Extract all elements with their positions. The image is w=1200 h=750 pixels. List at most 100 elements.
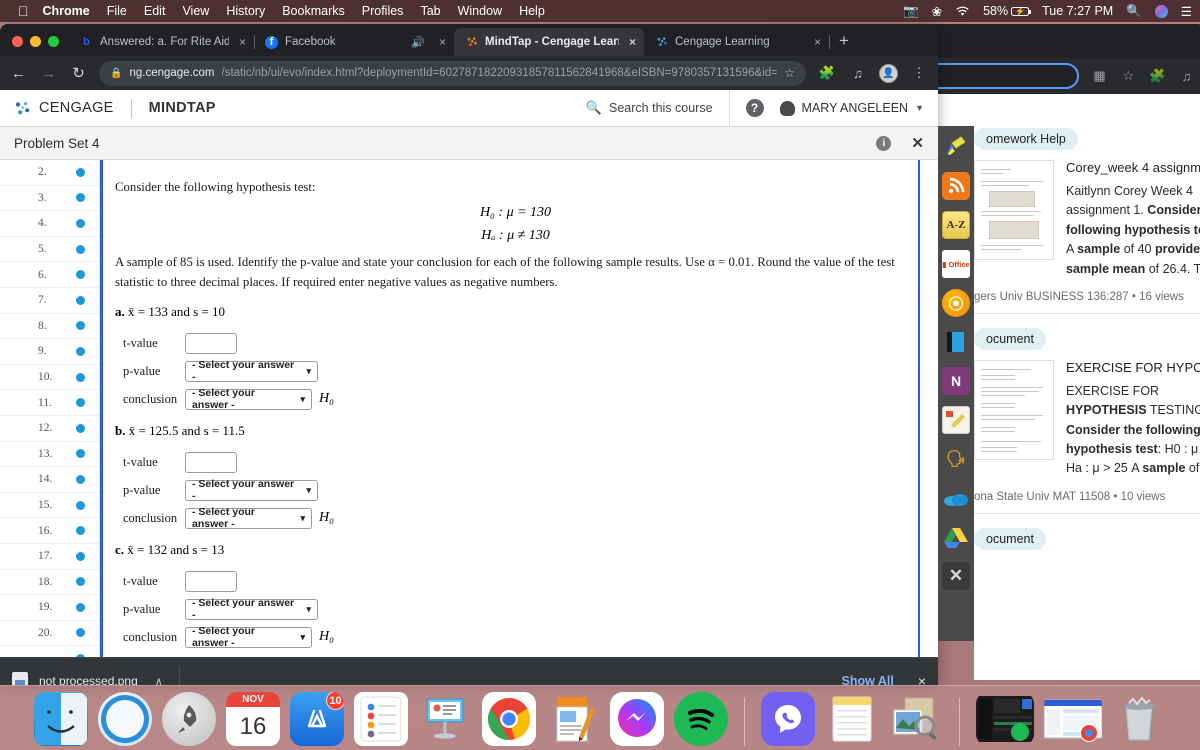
extensions-puzzle-icon[interactable]: 🧩 <box>1149 68 1166 85</box>
grid-apps-icon[interactable]: ▦ <box>1091 68 1108 85</box>
menu-item-profiles[interactable]: Profiles <box>362 4 404 18</box>
menu-item-help[interactable]: Help <box>519 4 545 18</box>
result-card-0[interactable]: Corey_week 4 assignme Kaitlynn Corey Wee… <box>974 150 1200 287</box>
menu-item-file[interactable]: File <box>107 4 127 18</box>
notes-icon[interactable] <box>825 692 879 746</box>
tab-close-icon[interactable]: × <box>436 35 446 49</box>
viber-icon[interactable] <box>761 692 815 746</box>
window-minimize-button[interactable] <box>30 36 41 47</box>
list-item[interactable]: 4. <box>0 211 99 237</box>
t-value-input[interactable] <box>185 570 237 592</box>
menu-item-window[interactable]: Window <box>458 4 502 18</box>
list-item[interactable]: 9. <box>0 339 99 365</box>
reload-icon[interactable]: ↻ <box>69 64 88 83</box>
spotify-window-icon[interactable] <box>976 692 1034 746</box>
chevron-up-icon[interactable]: ∧ <box>155 675 163 686</box>
list-item[interactable]: 8. <box>0 314 99 340</box>
window-zoom-button[interactable] <box>48 36 59 47</box>
apple-logo-icon[interactable]:  <box>18 4 29 18</box>
list-item[interactable]: 17. <box>0 544 99 570</box>
siri-icon[interactable] <box>1154 4 1168 18</box>
p-value-select[interactable]: - Select your answer - ▾ <box>185 478 318 502</box>
pages-icon[interactable] <box>546 692 600 746</box>
list-item[interactable]: 6. <box>0 262 99 288</box>
launchpad-icon[interactable] <box>162 692 216 746</box>
list-item[interactable]: 12. <box>0 416 99 442</box>
messenger-icon[interactable] <box>610 692 664 746</box>
t-value-input[interactable] <box>185 332 237 354</box>
list-item[interactable]: 15. <box>0 493 99 519</box>
app-store-icon[interactable]: 10 <box>290 692 344 746</box>
result-card-1[interactable]: EXERCISE FOR HYPOT EXERCISE FOR HYPOTHES… <box>974 350 1200 487</box>
finder-icon[interactable] <box>34 692 88 746</box>
menu-item-bookmarks[interactable]: Bookmarks <box>282 4 345 18</box>
notebook-pen-icon[interactable] <box>942 406 970 434</box>
list-item[interactable]: 14. <box>0 467 99 493</box>
list-item[interactable]: 20. <box>0 621 99 647</box>
onedrive-cloud-icon[interactable] <box>942 484 970 512</box>
bookmark-star-icon[interactable]: ☆ <box>1120 68 1137 85</box>
onenote-icon[interactable]: N <box>942 367 970 395</box>
cengage-brand[interactable]: CENGAGE MINDTAP <box>14 98 216 118</box>
user-menu[interactable]: MARY ANGELEEN ▼ <box>779 100 924 116</box>
list-item[interactable]: 16. <box>0 518 99 544</box>
help-icon[interactable]: ? <box>745 99 764 117</box>
menu-item-tab[interactable]: Tab <box>420 4 440 18</box>
forward-arrow-icon[interactable]: → <box>39 64 58 83</box>
ms-office-icon[interactable]: ▮ Office <box>942 250 970 278</box>
keynote-icon[interactable] <box>418 692 472 746</box>
list-item[interactable]: 10. <box>0 365 99 391</box>
p-value-select[interactable]: - Select your answer - ▾ <box>185 597 318 621</box>
tab-close-icon[interactable]: × <box>626 35 636 49</box>
conclusion-select[interactable]: - Select your answer - ▾ <box>185 625 312 649</box>
spotlight-search-icon[interactable]: 🔍 <box>1126 4 1142 19</box>
battery-indicator[interactable]: 58% ⚡ <box>983 4 1032 18</box>
profile-avatar[interactable]: 👤 <box>879 63 898 83</box>
list-item[interactable]: 19. <box>0 595 99 621</box>
wifi-icon[interactable] <box>955 6 970 17</box>
screen-recording-icon[interactable]: 📷 <box>903 4 919 19</box>
download-item[interactable]: not processed.png ∧ <box>12 666 180 685</box>
info-icon[interactable]: i <box>876 135 892 151</box>
list-item[interactable]: 5. <box>0 237 99 263</box>
reminders-icon[interactable] <box>354 692 408 746</box>
bluetooth-icon[interactable]: ❀ <box>932 4 942 19</box>
chrome-window-icon[interactable] <box>1044 692 1102 746</box>
chrome-icon[interactable] <box>482 692 536 746</box>
read-aloud-icon[interactable]: 🗣 <box>942 445 970 473</box>
preview-icon[interactable] <box>889 692 943 746</box>
t-value-input[interactable] <box>185 451 237 473</box>
conclusion-select[interactable]: - Select your answer - ▾ <box>185 387 312 411</box>
trash-icon[interactable] <box>1112 692 1166 746</box>
list-item[interactable]: 18. <box>0 570 99 596</box>
google-drive-icon[interactable] <box>942 523 970 551</box>
media-list-icon[interactable]: ♫ <box>1178 68 1195 85</box>
calendar-icon[interactable]: NOV 16 <box>226 692 280 746</box>
window-close-button[interactable] <box>12 36 23 47</box>
dictionary-az-icon[interactable]: A-Z <box>942 211 970 239</box>
list-item[interactable]: 3. <box>0 186 99 212</box>
close-icon[interactable]: ✕ <box>911 134 924 152</box>
menu-item-edit[interactable]: Edit <box>144 4 166 18</box>
p-value-select[interactable]: - Select your answer - ▾ <box>185 359 318 383</box>
conclusion-select[interactable]: - Select your answer - ▾ <box>185 506 312 530</box>
show-all-downloads-button[interactable]: Show All <box>831 668 903 685</box>
browser-tab-2-active[interactable]: MindTap - Cengage Learning × <box>454 28 644 56</box>
list-item[interactable]: 7. <box>0 288 99 314</box>
list-item[interactable]: 11. <box>0 390 99 416</box>
back-arrow-icon[interactable]: ← <box>9 64 28 83</box>
browser-tab-0[interactable]: b Answered: a. For Rite Aid, is th × <box>69 28 255 56</box>
close-download-bar-icon[interactable]: × <box>918 673 926 685</box>
menu-clock[interactable]: Tue 7:27 PM <box>1042 4 1113 18</box>
highlighter-pen-icon[interactable] <box>942 133 970 161</box>
menu-item-view[interactable]: View <box>182 4 209 18</box>
chrome-menu-icon[interactable]: ⋮ <box>909 63 929 83</box>
spotify-icon[interactable] <box>674 692 728 746</box>
address-bar[interactable]: 🔒 ng.cengage.com /static/nb/ui/evo/index… <box>99 60 806 86</box>
media-list-icon[interactable]: ♫ <box>848 63 868 83</box>
menu-item-history[interactable]: History <box>226 4 265 18</box>
list-item[interactable]: 13. <box>0 442 99 468</box>
freedom-scientific-icon[interactable]: ⦿ <box>942 289 970 317</box>
control-center-icon[interactable]: ☰ <box>1181 4 1192 19</box>
list-item[interactable]: 2. <box>0 160 99 186</box>
